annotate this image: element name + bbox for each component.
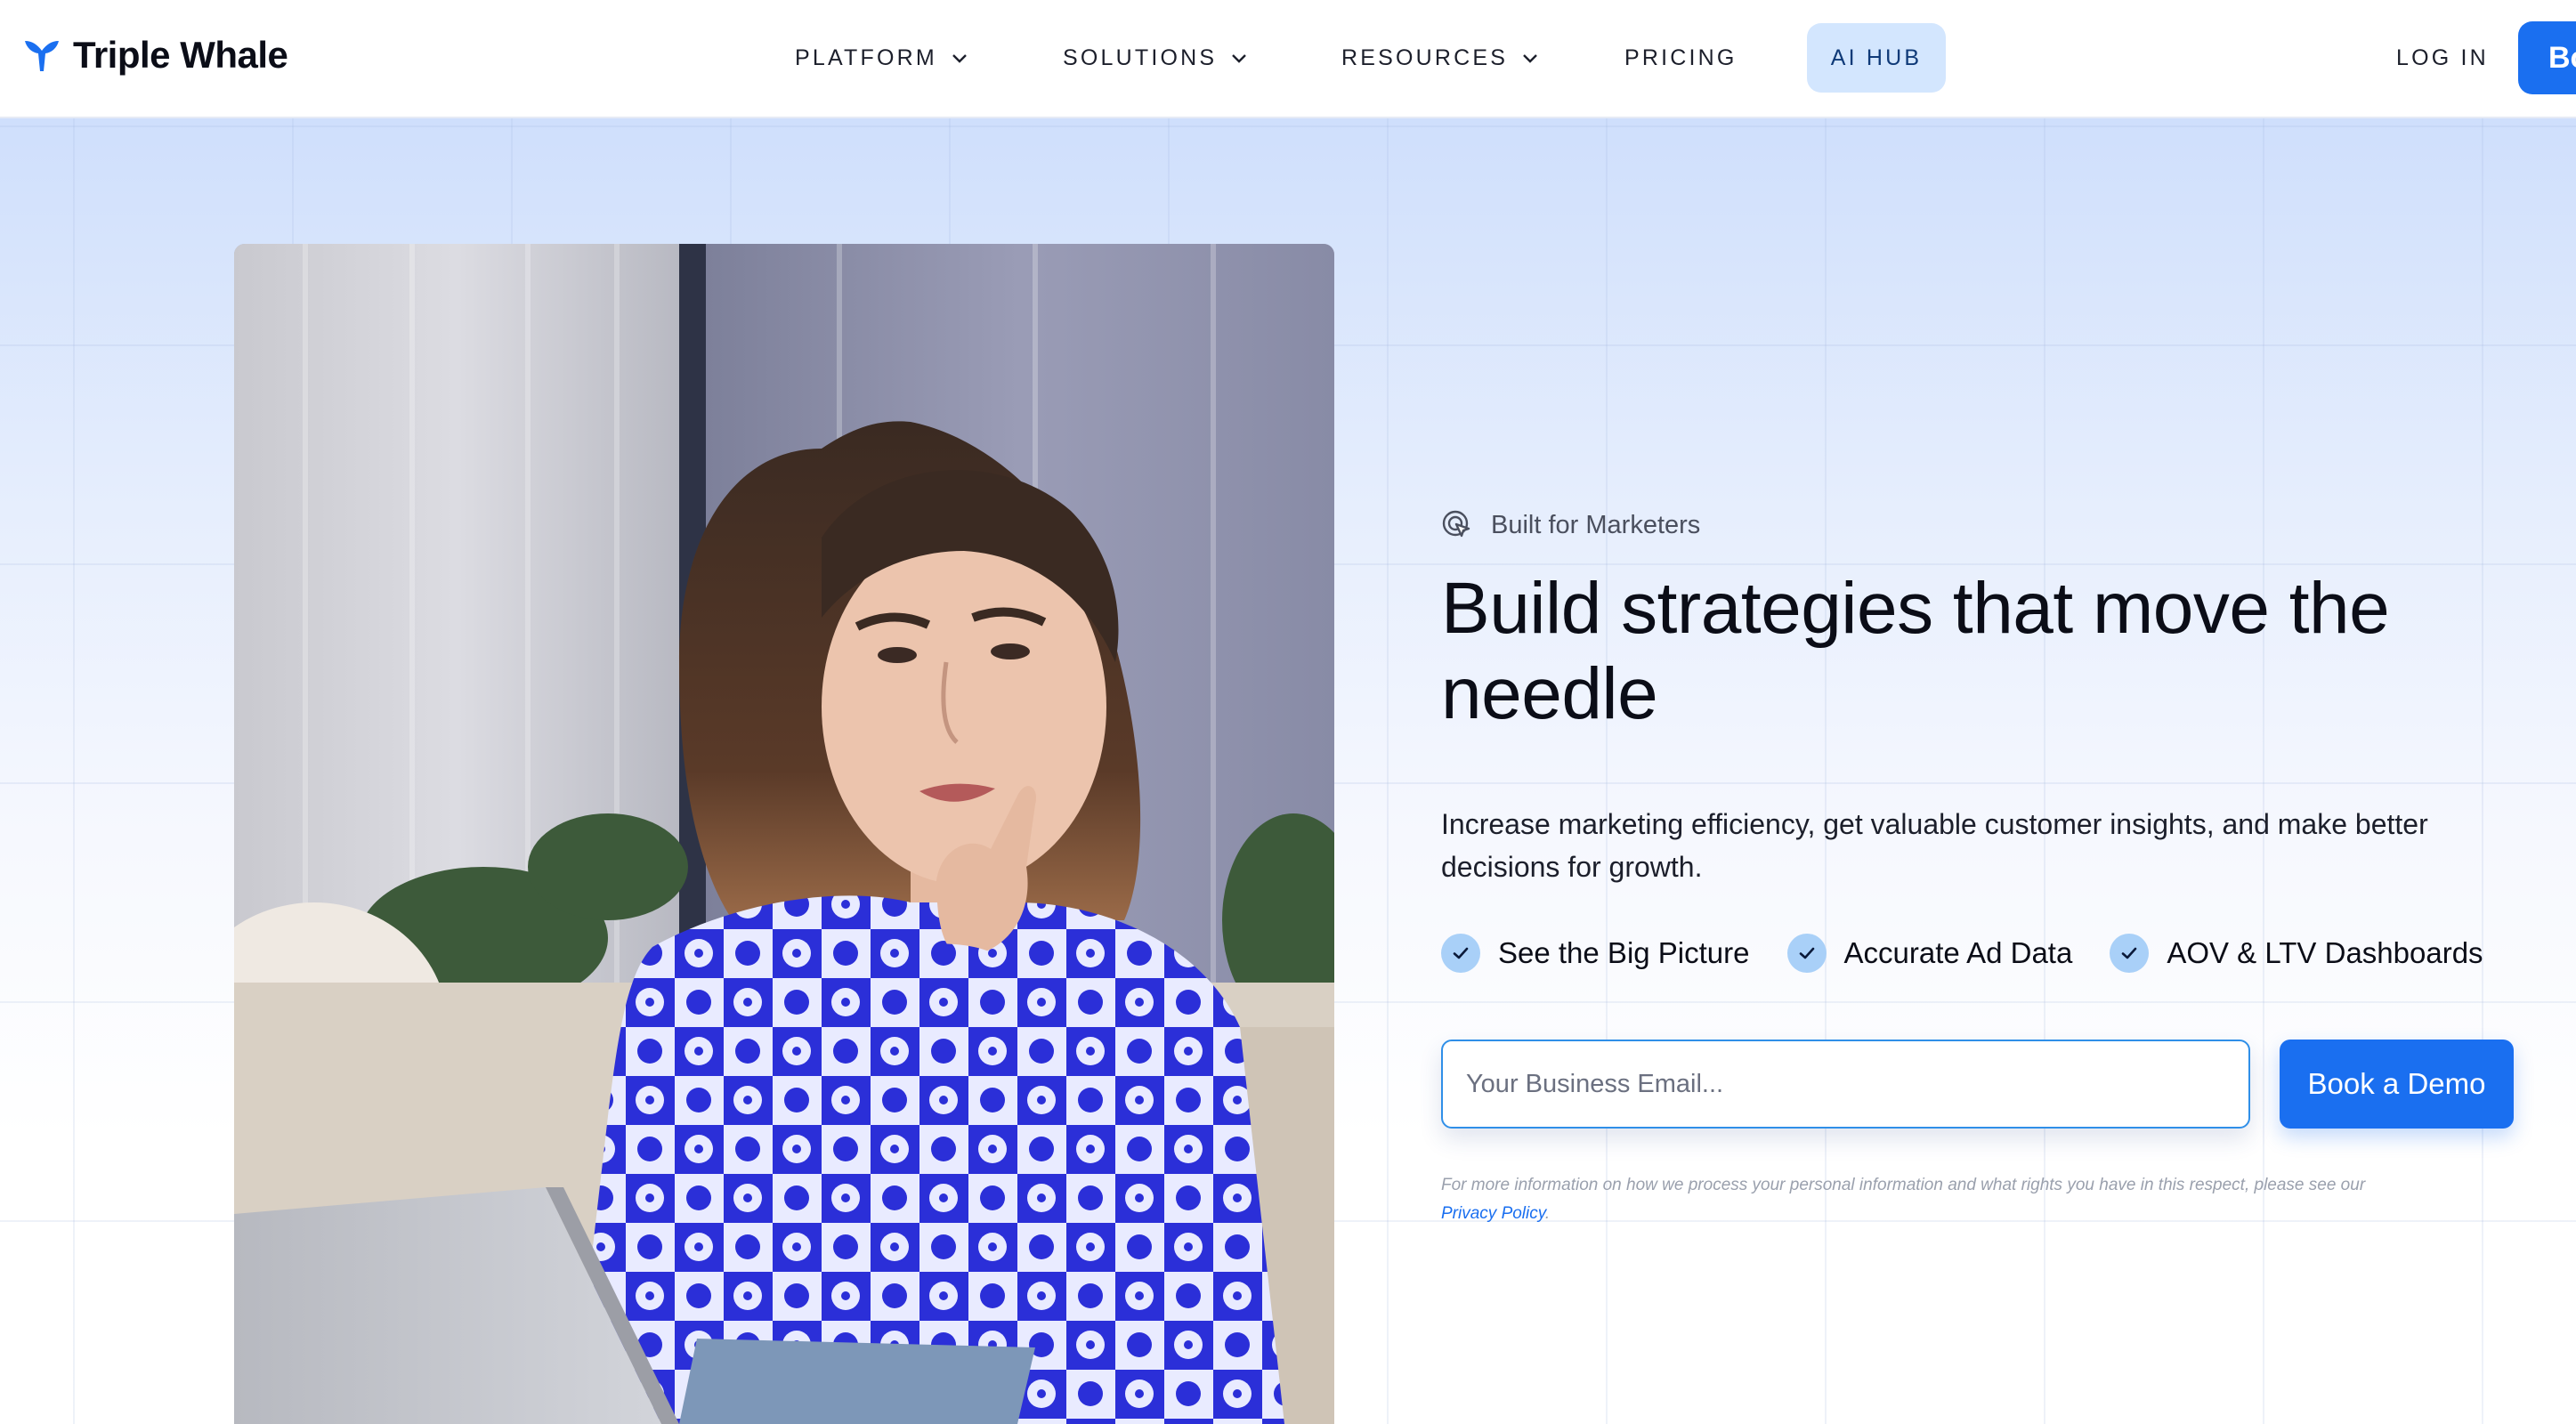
nav-ai-hub-label: AI HUB [1830,44,1923,70]
feature-item: See the Big Picture [1441,934,1750,973]
login-label: LOG IN [2396,44,2489,70]
feature-item: AOV & LTV Dashboards [2110,934,2483,973]
hero-headline: Build strategies that move the needle [1441,568,2390,734]
chevron-down-icon [1232,54,1247,63]
eyebrow-label: Built for Marketers [1441,509,1700,541]
nav-pricing-label: PRICING [1624,44,1738,70]
chevron-down-icon [1523,54,1538,63]
privacy-notice: For more information on how we process y… [1441,1171,2536,1228]
nav-resources-label: RESOURCES [1341,44,1509,70]
privacy-notice-end: . [1544,1204,1551,1223]
nav-platform-label: PLATFORM [795,44,937,70]
brand-logo[interactable]: Triple Whale [23,34,288,77]
feature-label: Accurate Ad Data [1843,936,2073,969]
book-demo-button[interactable]: Book a Demo [2280,1040,2514,1129]
feature-label: AOV & LTV Dashboards [2167,936,2483,969]
feature-label: See the Big Picture [1498,936,1750,969]
privacy-policy-link[interactable]: Privacy Policy [1441,1204,1545,1223]
top-navigation: Triple Whale PLATFORM SOLUTIONS RESOURCE… [0,0,2576,118]
nav-platform[interactable]: PLATFORM [795,23,969,93]
login-link[interactable]: LOG IN [2396,23,2489,93]
feature-item: Accurate Ad Data [1786,934,2073,973]
chevron-down-icon [952,54,967,63]
feature-list: See the Big Picture Accurate Ad Data AOV… [1441,933,2483,974]
check-icon [2110,934,2150,973]
hero-subtext: Increase marketing efficiency, get valua… [1441,808,2428,883]
nav-solutions-label: SOLUTIONS [1063,44,1218,70]
nav-ai-hub[interactable]: AI HUB [1807,23,1946,93]
business-email-input[interactable] [1441,1040,2250,1129]
book-demo-label: Book a Demo [2307,1067,2486,1100]
book-demo-top-button[interactable]: Bo [2518,21,2576,94]
whale-tail-icon [25,41,59,71]
nav-solutions[interactable]: SOLUTIONS [1063,23,1249,93]
nav-resources[interactable]: RESOURCES [1341,23,1540,93]
eyebrow-text: Built for Marketers [1491,510,1701,539]
hero-photo [234,244,1334,1424]
target-cursor-icon [1442,510,1470,538]
book-demo-top-label: Bo [2548,40,2576,75]
check-icon [1441,934,1480,973]
brand-name: Triple Whale [73,34,288,76]
nav-pricing[interactable]: PRICING [1624,23,1738,93]
privacy-notice-text: For more information on how we process y… [1441,1176,2366,1194]
woman-at-laptop-image [234,244,1334,1424]
check-icon [1786,934,1827,973]
